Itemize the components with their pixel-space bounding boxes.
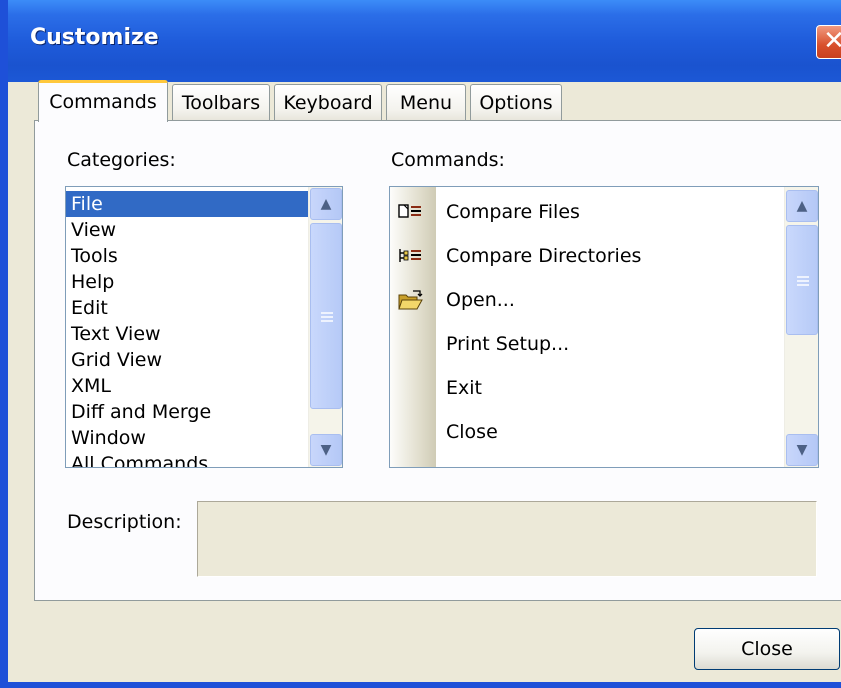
list-item[interactable]: Compare Files	[390, 191, 818, 235]
command-label: Compare Files	[446, 201, 580, 223]
list-item[interactable]: Exit	[390, 367, 818, 411]
close-icon[interactable]: ✕	[816, 25, 841, 59]
commands-list[interactable]: Compare Files Compare Directories Open..…	[389, 186, 819, 468]
list-item[interactable]: Help	[66, 269, 310, 295]
list-item[interactable]: Grid View	[66, 347, 310, 373]
list-item[interactable]: Text View	[66, 321, 310, 347]
customize-dialog: Customize ✕ Commands Toolbars Keyboard M…	[0, 0, 841, 688]
close-button[interactable]: Close	[694, 628, 840, 670]
list-item[interactable]: View	[66, 217, 310, 243]
list-item[interactable]: File	[66, 191, 310, 217]
tab-options[interactable]: Options	[470, 84, 562, 120]
list-item[interactable]: Window	[66, 425, 310, 451]
list-item[interactable]: Open...	[390, 279, 818, 323]
commands-label: Commands:	[391, 149, 505, 171]
scroll-thumb[interactable]	[310, 223, 342, 409]
title-bar[interactable]: Customize ✕	[8, 0, 841, 82]
command-label: Exit	[446, 377, 482, 399]
tab-commands[interactable]: Commands	[38, 80, 168, 122]
command-label: Open...	[446, 289, 515, 311]
categories-list[interactable]: File View Tools Help Edit Text View Grid…	[65, 186, 343, 468]
scroll-up-button[interactable]: ▲	[786, 190, 818, 222]
list-item[interactable]: XML	[66, 373, 310, 399]
tab-keyboard[interactable]: Keyboard	[274, 84, 382, 120]
grip-icon	[321, 312, 333, 322]
command-label: Print Setup...	[446, 333, 570, 355]
compare-files-icon	[398, 204, 421, 218]
list-item[interactable]: Edit	[66, 295, 310, 321]
list-item[interactable]: Print Setup...	[390, 323, 818, 367]
list-item[interactable]: Compare Directories	[390, 235, 818, 279]
scroll-down-button[interactable]: ▼	[786, 434, 818, 466]
open-folder-icon	[398, 290, 423, 310]
list-item[interactable]: Close	[390, 411, 818, 455]
description-box	[197, 501, 817, 577]
command-label: Close	[446, 421, 498, 443]
tab-menu[interactable]: Menu	[386, 84, 466, 120]
window-title: Customize	[30, 25, 159, 50]
list-item[interactable]: Tools	[66, 243, 310, 269]
scroll-up-button[interactable]: ▲	[310, 188, 342, 220]
list-item[interactable]: Diff and Merge	[66, 399, 310, 425]
command-label: Compare Directories	[446, 245, 642, 267]
compare-directories-icon	[399, 249, 421, 262]
scroll-down-button[interactable]: ▼	[310, 434, 342, 466]
description-label: Description:	[67, 511, 182, 533]
grip-icon	[797, 276, 809, 286]
commands-scrollbar[interactable]: ▲ ▼	[784, 187, 818, 467]
categories-label: Categories:	[67, 149, 176, 171]
scroll-thumb[interactable]	[786, 225, 818, 335]
list-item[interactable]: All Commands	[66, 451, 310, 467]
tab-toolbars[interactable]: Toolbars	[172, 84, 270, 120]
categories-scrollbar[interactable]: ▲ ▼	[308, 187, 342, 467]
